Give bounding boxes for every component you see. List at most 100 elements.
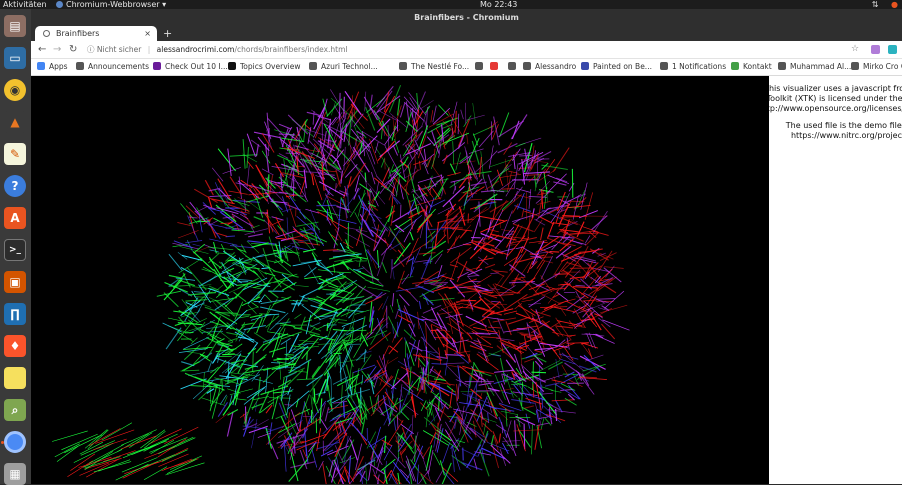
matlab-icon[interactable]: ▲: [4, 111, 26, 133]
chromium-icon[interactable]: [4, 431, 26, 453]
image-viewer-icon[interactable]: ⌕: [4, 399, 26, 421]
fiber-strand: [264, 212, 280, 235]
bookmark-item[interactable]: [490, 59, 502, 75]
fiber-strand: [362, 375, 363, 385]
fiber-strand: [392, 332, 396, 343]
fiber-strand: [545, 418, 551, 425]
fiber-strand: [268, 395, 282, 403]
printer-icon[interactable]: ▦: [4, 463, 26, 485]
bookmark-item[interactable]: 1 Notifications: [660, 59, 726, 75]
fiber-strand: [481, 337, 500, 338]
app-menu[interactable]: Chromium-Webbrowser ▾: [56, 0, 166, 9]
fiber-strand: [214, 315, 229, 328]
new-tab-button[interactable]: +: [163, 26, 172, 41]
impress-icon[interactable]: ▣: [4, 271, 26, 293]
fiber-strand: [569, 385, 581, 399]
fiber-strand: [339, 358, 367, 364]
bookmark-item[interactable]: The Nestlé Fo...: [399, 59, 469, 75]
fiber-strand: [239, 177, 241, 199]
bookmark-item[interactable]: Muhammad Al...: [778, 59, 851, 75]
fiber-strand: [286, 372, 297, 377]
bookmark-item[interactable]: Azuri Technol...: [309, 59, 378, 75]
bookmark-favicon-icon: [778, 62, 786, 70]
fiji-icon[interactable]: ∏: [4, 303, 26, 325]
fiber-strand: [474, 307, 501, 315]
bookmark-favicon-icon: [490, 62, 498, 70]
fiber-strand: [450, 247, 471, 263]
bookmark-item[interactable]: Topics Overview: [228, 59, 300, 75]
fiber-strand: [268, 119, 285, 138]
document-viewer-icon[interactable]: ▭: [4, 47, 26, 69]
brave-icon[interactable]: ♦: [4, 335, 26, 357]
fiber-strand: [253, 352, 254, 372]
fiber-strand: [428, 450, 433, 474]
rhythmbox-icon[interactable]: ◉: [4, 79, 26, 101]
fiber-strand: [476, 380, 477, 402]
text-editor-icon[interactable]: ✎: [4, 143, 26, 165]
bookmark-star-icon[interactable]: ☆: [851, 41, 859, 58]
fiber-strand: [425, 322, 436, 340]
tab-brainfibers[interactable]: Brainfibers ×: [35, 26, 157, 41]
fiber-strand: [548, 410, 576, 413]
fiber-visualization-canvas[interactable]: [31, 76, 769, 484]
address-bar[interactable]: ⓘ Nicht sicher | alessandrocrimi.com/cho…: [87, 43, 867, 56]
files-icon[interactable]: ▤: [4, 15, 26, 37]
clock[interactable]: Mo 22:43: [480, 0, 517, 9]
fiber-strand: [406, 238, 418, 265]
bookmark-item[interactable]: [508, 59, 520, 75]
bookmark-item[interactable]: Check Out 10 I...: [153, 59, 228, 75]
fiber-strand: [555, 326, 573, 328]
fiber-strand: [193, 247, 209, 254]
bookmark-favicon-icon: [37, 62, 45, 70]
chromium-icon: [56, 1, 63, 8]
reload-button[interactable]: ↻: [69, 41, 77, 58]
fiber-strand: [377, 86, 394, 107]
fiber-strand: [304, 187, 306, 200]
extension-icon[interactable]: [871, 45, 880, 54]
fiber-strand: [382, 238, 397, 252]
bookmark-item[interactable]: Alessandro: [523, 59, 576, 75]
info-panel: This visualizer uses a javascript from T…: [769, 76, 902, 484]
bookmark-item[interactable]: Mirko Cro C: [851, 59, 902, 75]
extension-icon[interactable]: [888, 45, 897, 54]
fiber-strand: [193, 244, 201, 246]
fiber-strand: [318, 260, 333, 275]
notes-icon[interactable]: [4, 367, 26, 389]
tab-close-button[interactable]: ×: [144, 26, 151, 41]
bookmark-label: The Nestlé Fo...: [411, 62, 469, 71]
fiber-strand: [453, 186, 456, 194]
fiber-strand: [541, 418, 544, 429]
fiber-strand: [265, 295, 272, 303]
help-icon[interactable]: ?: [4, 175, 26, 197]
software-center-icon[interactable]: A: [4, 207, 26, 229]
fiber-strand: [406, 341, 414, 366]
fiber-strand: [259, 314, 270, 315]
url-text[interactable]: alessandrocrimi.com/chords/brainfibers/i…: [157, 45, 348, 54]
fiber-strand: [556, 214, 559, 223]
fiber-strand: [452, 446, 455, 472]
back-button[interactable]: ←: [38, 41, 46, 58]
fiber-strand: [267, 113, 269, 142]
fiber-strand: [342, 440, 354, 461]
forward-button[interactable]: →: [53, 41, 61, 58]
fiber-strand: [288, 203, 296, 228]
bookmark-item[interactable]: Kontakt: [731, 59, 772, 75]
fiber-strand: [462, 337, 465, 352]
terminal-icon[interactable]: >_: [4, 239, 26, 261]
fiber-strand: [307, 361, 309, 379]
bookmark-item[interactable]: Announcements: [76, 59, 149, 75]
bookmark-item[interactable]: Painted on Be...: [581, 59, 652, 75]
fiber-strand: [462, 394, 488, 403]
fiber-strand: [450, 164, 455, 175]
system-tray[interactable]: ⇅ ●: [862, 0, 898, 9]
window-title-bar[interactable]: Brainfibers - Chromium: [31, 9, 902, 26]
activities-button[interactable]: Aktivitäten: [3, 0, 47, 9]
power-indicator-icon[interactable]: ●: [891, 0, 898, 9]
bookmark-item[interactable]: [475, 59, 487, 75]
fiber-strand: [488, 327, 501, 328]
bookmark-item[interactable]: Apps: [37, 59, 68, 75]
info-icon[interactable]: ⓘ: [87, 45, 95, 54]
network-icon[interactable]: ⇅: [872, 0, 879, 9]
fiber-strand: [563, 270, 581, 282]
security-status[interactable]: Nicht sicher: [97, 45, 141, 54]
